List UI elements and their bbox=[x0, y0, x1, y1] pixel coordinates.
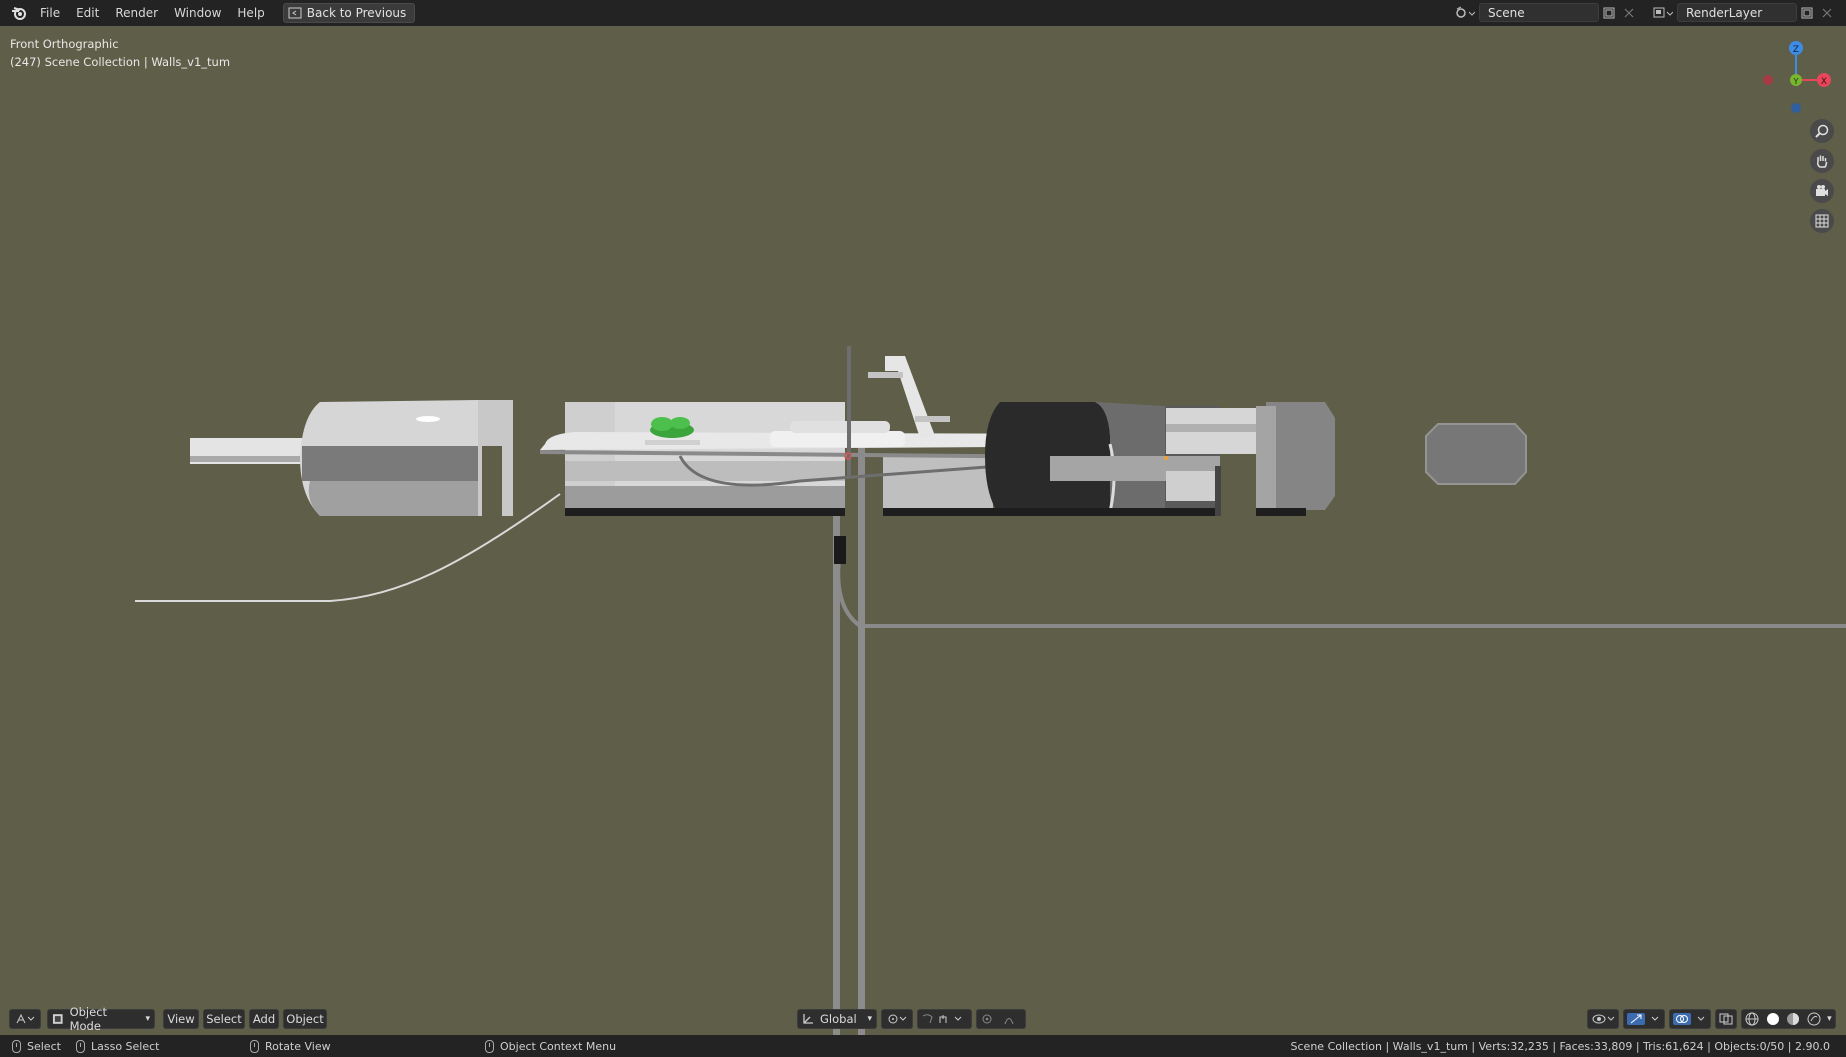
remove-scene-icon[interactable] bbox=[1620, 4, 1638, 22]
renderlayer-name-value: RenderLayer bbox=[1686, 5, 1763, 20]
menu-file[interactable]: File bbox=[32, 0, 68, 26]
gizmos-toggle-button[interactable] bbox=[1623, 1009, 1665, 1029]
zoom-icon[interactable] bbox=[1810, 119, 1834, 143]
navigation-gizmo[interactable]: Z X Y bbox=[1746, 30, 1846, 120]
pivot-point-icon bbox=[888, 1014, 907, 1024]
new-renderlayer-icon[interactable] bbox=[1798, 4, 1816, 22]
status-rotate-label: Rotate View bbox=[265, 1039, 331, 1053]
menu-help[interactable]: Help bbox=[229, 0, 272, 26]
status-lasso-label: Lasso Select bbox=[91, 1039, 160, 1053]
scene-browse-icon[interactable] bbox=[1452, 4, 1478, 22]
gizmo-x-label: X bbox=[1821, 77, 1827, 87]
editor-type-button[interactable] bbox=[9, 1009, 41, 1029]
perspective-grid-icon[interactable] bbox=[1810, 209, 1834, 233]
snapping-button[interactable] bbox=[917, 1009, 972, 1029]
xray-toggle-button[interactable] bbox=[1715, 1009, 1737, 1029]
camera-view-icon[interactable] bbox=[1810, 179, 1834, 203]
overlay-circles-icon bbox=[1673, 1013, 1705, 1025]
blender-logo-icon[interactable] bbox=[10, 4, 28, 22]
view-menu-button[interactable]: View bbox=[163, 1009, 199, 1029]
editor-type-icon bbox=[16, 1013, 35, 1024]
status-select: Select bbox=[12, 1035, 61, 1057]
mouse-right-icon bbox=[485, 1039, 494, 1053]
gizmo-z-label: Z bbox=[1793, 45, 1799, 55]
top-bar: File Edit Render Window Help Back to Pre… bbox=[0, 0, 1846, 26]
scene-render[interactable] bbox=[0, 26, 1846, 1035]
remove-renderlayer-icon[interactable] bbox=[1818, 4, 1836, 22]
mouse-left-icon bbox=[12, 1039, 21, 1053]
wireframe-shading-icon[interactable] bbox=[1745, 1012, 1759, 1026]
add-menu-button[interactable]: Add bbox=[249, 1009, 279, 1029]
object-mode-label: Object Mode bbox=[69, 1005, 108, 1033]
pan-hand-icon[interactable] bbox=[1810, 149, 1834, 173]
back-to-previous-button[interactable]: Back to Previous bbox=[282, 3, 416, 23]
menu-window[interactable]: Window bbox=[166, 0, 229, 26]
back-to-previous-label: Back to Previous bbox=[306, 6, 407, 20]
select-menu-button[interactable]: Select bbox=[203, 1009, 245, 1029]
visibility-button[interactable] bbox=[1587, 1009, 1619, 1029]
rendered-shading-icon[interactable] bbox=[1807, 1012, 1821, 1026]
viewport-info: Front Orthographic (247) Scene Collectio… bbox=[10, 35, 230, 71]
chevron-down-icon: ▾ bbox=[145, 1014, 150, 1024]
snap-magnet-icon bbox=[922, 1014, 961, 1024]
scene-name-field[interactable]: Scene bbox=[1479, 3, 1599, 22]
crane-structure[interactable] bbox=[885, 356, 935, 438]
solid-shading-icon[interactable] bbox=[1766, 1012, 1780, 1026]
status-select-label: Select bbox=[27, 1039, 61, 1053]
object-menu-button[interactable]: Object bbox=[283, 1009, 327, 1029]
gizmo-y-label: Y bbox=[1793, 77, 1799, 86]
3d-viewport[interactable]: Front Orthographic (247) Scene Collectio… bbox=[0, 26, 1846, 1035]
chevron-down-icon[interactable]: ▾ bbox=[1827, 1014, 1832, 1024]
gizmo-neg-z-icon[interactable] bbox=[1791, 103, 1801, 113]
gizmo-neg-x-icon[interactable] bbox=[1763, 75, 1773, 85]
shading-modes-group: ▾ bbox=[1741, 1009, 1836, 1029]
material-shading-icon[interactable] bbox=[1786, 1012, 1800, 1026]
scene-name-value: Scene bbox=[1488, 5, 1525, 20]
pivot-point-button[interactable] bbox=[881, 1009, 913, 1029]
new-scene-icon[interactable] bbox=[1600, 4, 1618, 22]
status-lasso: Lasso Select bbox=[76, 1035, 160, 1057]
status-rotate: Rotate View bbox=[250, 1035, 331, 1057]
chevron-down-icon: ▾ bbox=[867, 1014, 872, 1024]
octagon-object[interactable] bbox=[1425, 423, 1527, 485]
renderlayer-browse-icon[interactable] bbox=[1650, 4, 1676, 22]
viewport-header: Object Mode ▾ View Select Add Object Glo… bbox=[0, 1005, 1846, 1035]
mouse-drag-icon bbox=[76, 1039, 85, 1053]
renderlayer-name-field[interactable]: RenderLayer bbox=[1677, 3, 1797, 22]
overlays-toggle-button[interactable] bbox=[1669, 1009, 1711, 1029]
xray-icon bbox=[1719, 1013, 1733, 1025]
object-mode-dropdown[interactable]: Object Mode ▾ bbox=[47, 1005, 155, 1033]
eye-icon bbox=[1592, 1014, 1615, 1024]
status-bar: Select Lasso Select Rotate View Object C… bbox=[0, 1035, 1846, 1057]
orientation-axes-icon bbox=[803, 1014, 813, 1024]
menu-render[interactable]: Render bbox=[107, 0, 166, 26]
menu-edit[interactable]: Edit bbox=[68, 0, 107, 26]
mouse-middle-icon bbox=[250, 1039, 259, 1053]
back-screen-icon bbox=[288, 7, 302, 19]
proportional-editing-button[interactable] bbox=[976, 1009, 1026, 1029]
collection-info-text: (247) Scene Collection | Walls_v1_tum bbox=[10, 55, 231, 69]
status-context-label: Object Context Menu bbox=[500, 1039, 617, 1053]
view-name-text: Front Orthographic bbox=[10, 37, 119, 51]
gizmo-arrow-icon bbox=[1627, 1013, 1659, 1025]
status-context: Object Context Menu bbox=[485, 1035, 616, 1057]
scene-statistics: Scene Collection | Walls_v1_tum | Verts:… bbox=[1290, 1039, 1830, 1053]
object-mode-icon bbox=[52, 1014, 63, 1024]
right-block[interactable] bbox=[1266, 402, 1335, 510]
vertical-pipe-left[interactable] bbox=[833, 446, 840, 1035]
orientation-label: Global bbox=[820, 1012, 857, 1026]
vertical-pipe-right[interactable] bbox=[858, 446, 865, 1035]
proportional-edit-icon bbox=[982, 1014, 1014, 1025]
transform-orientation-dropdown[interactable]: Global ▾ bbox=[797, 1009, 877, 1029]
